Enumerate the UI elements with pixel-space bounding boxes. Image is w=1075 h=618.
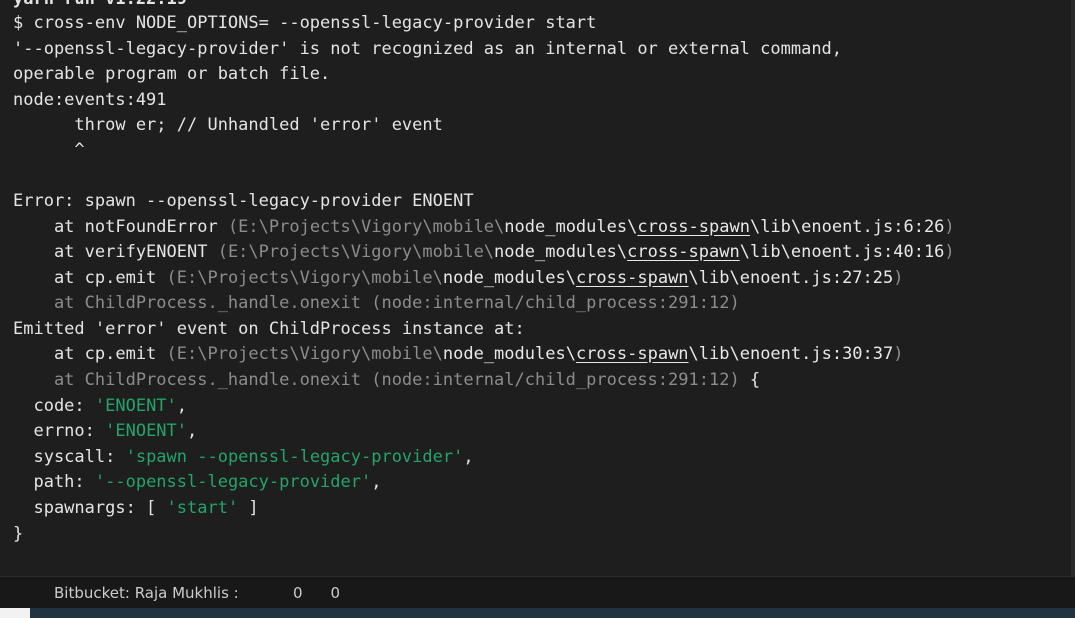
taskbar-strip	[0, 608, 1075, 618]
terminal-command-line: $ cross-env NODE_OPTIONS= --openssl-lega…	[13, 13, 597, 33]
error-prop-syscall: syscall: 'spawn --openssl-legacy-provide…	[13, 445, 474, 469]
error-prop-path: path: '--openssl-legacy-provider',	[13, 470, 381, 494]
vscode-window: yarn run v1.22.19 $ cross-env NODE_OPTIO…	[0, 0, 1075, 618]
stack-frame-fn: at verifyENOENT	[13, 242, 218, 262]
package-link[interactable]: cross-spawn	[637, 217, 750, 237]
path-separator: \	[565, 344, 576, 364]
prop-key: syscall:	[13, 447, 126, 467]
path-separator: \	[627, 217, 638, 237]
stack-frame: at cp.emit (E:\Projects\Vigory\mobile\no…	[13, 342, 904, 366]
emitted-line: Emitted 'error' event on ChildProcess in…	[13, 319, 525, 339]
git-commit-icon	[32, 583, 48, 603]
error-prop-errno: errno: 'ENOENT',	[13, 419, 197, 443]
stack-frame-path: (E:\Projects\Vigory\mobile\	[227, 217, 505, 237]
error-heading-line: Error: spawn --openssl-legacy-provider E…	[13, 191, 474, 211]
stack-frame-close: )	[893, 344, 904, 364]
stack-frame-fn: at notFoundError	[13, 217, 228, 237]
terminal-line: operable program or batch file.	[13, 64, 331, 84]
error-circle-icon	[271, 584, 289, 602]
internal-stack-frame: at ChildProcess._handle.onexit (node:int…	[13, 293, 740, 313]
stack-frame: at verifyENOENT (E:\Projects\Vigory\mobi…	[13, 240, 955, 264]
stack-frame-file: \lib\enoent.js:27:25	[688, 268, 894, 288]
internal-stack-frame: at ChildProcess._handle.onexit (node:int…	[13, 368, 760, 392]
path-separator: \	[616, 242, 628, 262]
path-separator: \	[565, 268, 576, 288]
prop-after: ,	[176, 396, 188, 416]
package-link[interactable]: cross-spawn	[576, 344, 689, 364]
stack-frame: at cp.emit (E:\Projects\Vigory\mobile\no…	[13, 266, 904, 290]
package-link[interactable]: cross-spawn	[576, 268, 689, 288]
terminal-line: ^	[13, 140, 85, 160]
stack-frame-path: (E:\Projects\Vigory\mobile\	[166, 268, 443, 288]
prop-key: code:	[13, 396, 95, 416]
warnings-count: 0	[330, 584, 341, 602]
stack-frame-close: )	[944, 242, 955, 262]
stack-frame-file: \lib\enoent.js:6:26	[749, 217, 945, 237]
stack-frame-file: \lib\enoent.js:30:37	[688, 344, 894, 364]
stack-frame-fn: at cp.emit	[13, 268, 167, 288]
taskbar-block	[0, 608, 30, 618]
node-modules-segment: node_modules	[504, 217, 628, 237]
error-prop-spawnargs: spawnargs: [ 'start' ]	[13, 496, 259, 520]
internal-frame-text: at ChildProcess._handle.onexit (node:int…	[13, 370, 740, 390]
bitbucket-label: Bitbucket: Raja Mukhlis :	[54, 584, 239, 602]
status-bar: Bitbucket: Raja Mukhlis : 0 0	[0, 576, 1075, 609]
prop-after: ,	[463, 447, 474, 467]
prop-value: 'ENOENT'	[105, 421, 188, 441]
stack-frame-path: (E:\Projects\Vigory\mobile\	[166, 344, 443, 364]
brace-close: }	[13, 524, 24, 544]
brace-open: {	[739, 370, 761, 390]
prop-value: 'ENOENT'	[94, 396, 177, 416]
prop-after: ,	[187, 421, 198, 441]
error-prop-code: code: 'ENOENT',	[13, 394, 187, 418]
terminal-panel[interactable]: yarn run v1.22.19 $ cross-env NODE_OPTIO…	[0, 0, 1075, 576]
errors-count: 0	[293, 584, 303, 602]
stack-frame: at notFoundError (E:\Projects\Vigory\mob…	[13, 215, 955, 239]
node-modules-segment: node_modules	[494, 242, 617, 262]
problems-status-item[interactable]: 0 0	[271, 577, 340, 609]
prop-after: ]	[238, 498, 259, 518]
stack-frame-fn: at cp.emit	[13, 344, 167, 364]
stack-frame-close: )	[944, 217, 955, 237]
prop-key: errno:	[13, 421, 106, 441]
prop-value: 'spawn --openssl-legacy-provider'	[125, 447, 464, 467]
terminal-line: throw er; // Unhandled 'error' event	[13, 115, 443, 135]
terminal-scrollbar[interactable]	[1071, 0, 1075, 576]
package-link[interactable]: cross-spawn	[627, 242, 740, 262]
terminal-line: node:events:491	[13, 90, 167, 110]
stack-frame-path: (E:\Projects\Vigory\mobile\	[217, 242, 495, 262]
node-modules-segment: node_modules	[442, 268, 566, 288]
prop-value: 'start'	[166, 498, 239, 518]
stack-frame-file: \lib\enoent.js:40:16	[739, 242, 945, 262]
node-modules-segment: node_modules	[442, 344, 566, 364]
stack-frame-close: )	[893, 268, 904, 288]
bitbucket-status-item[interactable]: Bitbucket: Raja Mukhlis :	[32, 577, 239, 609]
prop-value: '--openssl-legacy-provider'	[94, 472, 372, 492]
terminal-line: '--openssl-legacy-provider' is not recog…	[13, 39, 843, 59]
terminal-line-partial: yarn run v1.22.19	[13, 0, 187, 11]
prop-key: spawnargs: [	[13, 498, 167, 518]
prop-key: path:	[13, 472, 95, 492]
prop-after: ,	[371, 472, 382, 492]
warning-triangle-icon	[308, 584, 327, 602]
